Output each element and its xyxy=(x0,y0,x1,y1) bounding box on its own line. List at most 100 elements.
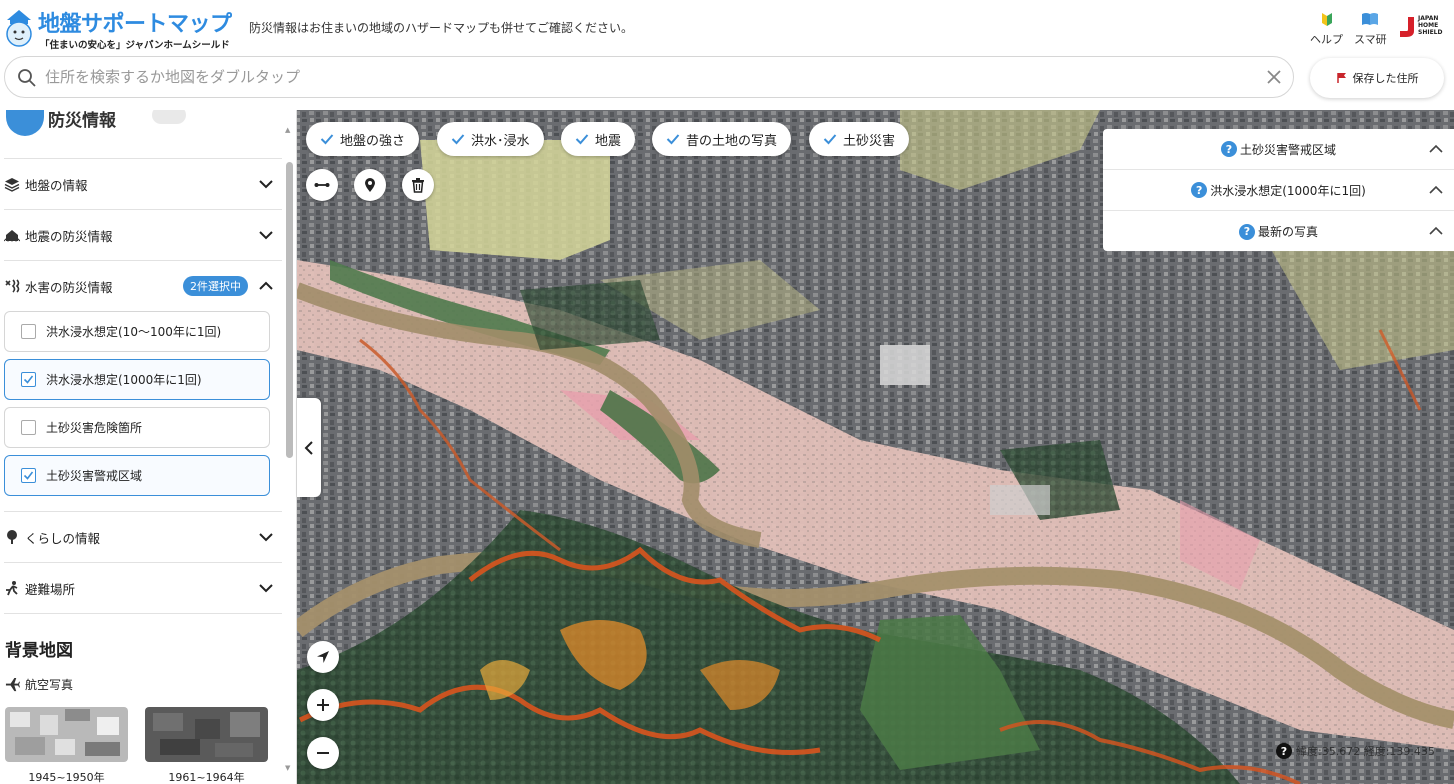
option-flood-10-100[interactable]: 洪水浸水想定(10〜100年に1回) xyxy=(4,311,270,352)
trash-icon xyxy=(412,178,424,193)
minus-icon xyxy=(317,752,329,754)
flag-icon xyxy=(1336,73,1346,83)
chip-earthquake[interactable]: 地震 xyxy=(561,122,636,156)
option-flood-1000[interactable]: 洪水浸水想定(1000年に1回) xyxy=(4,359,270,400)
help-icon[interactable]: ? xyxy=(1276,743,1292,759)
measure-tool-button[interactable] xyxy=(306,169,338,201)
check-icon xyxy=(23,375,34,384)
sumaken-link[interactable]: スマ研 xyxy=(1354,10,1387,47)
chevron-up-icon xyxy=(1429,226,1443,235)
app-title: 地盤サポートマップ xyxy=(38,12,232,37)
address-search-input[interactable] xyxy=(45,62,1245,92)
clear-icon[interactable] xyxy=(1265,68,1283,86)
chip-label: 洪水･浸水 xyxy=(471,133,530,149)
option-label: 洪水浸水想定(1000年に1回) xyxy=(46,373,202,387)
zoom-in-button[interactable] xyxy=(307,689,339,721)
checkbox[interactable] xyxy=(21,324,36,339)
delete-tool-button[interactable] xyxy=(402,169,434,201)
chip-landslide[interactable]: 土砂災害 xyxy=(809,122,910,156)
chip-flood[interactable]: 洪水･浸水 xyxy=(437,122,544,156)
layers-icon xyxy=(4,178,20,192)
scroll-up-arrow[interactable]: ▲ xyxy=(285,126,290,134)
legend-latest-photo[interactable]: ? 最新の写真 xyxy=(1103,211,1454,252)
airplane-icon xyxy=(5,677,20,692)
scroll-down-arrow[interactable]: ▼ xyxy=(285,764,290,772)
company-logo-text: JAPAN HOME SHIELD xyxy=(1418,15,1443,36)
legend-label: 土砂災害警戒区域 xyxy=(1239,142,1336,157)
legend-label: 洪水浸水想定(1000年に1回) xyxy=(1210,183,1366,198)
check-icon xyxy=(666,134,680,145)
sidebar-scroll[interactable]: 防災情報 地盤の情報 地震の防災情報 水害の防災情報 2件選択中 洪水浸水想定(… xyxy=(0,110,282,784)
chevron-down-icon xyxy=(259,584,273,593)
book-icon xyxy=(1362,13,1379,25)
category-ground-info[interactable]: 地盤の情報 xyxy=(4,159,282,209)
chevron-down-icon xyxy=(259,533,273,542)
aerial-thumb-1961[interactable] xyxy=(145,707,268,762)
app-root: 地盤サポートマップ 「住まいの安心を」ジャパンホームシールド 防災情報はお住まい… xyxy=(0,0,1454,784)
house-quake-icon xyxy=(4,230,20,242)
mascot-icon xyxy=(6,10,32,47)
search-bar[interactable] xyxy=(4,56,1294,98)
help-link[interactable]: ヘルプ xyxy=(1310,10,1343,47)
chip-old-photos[interactable]: 昔の土地の写真 xyxy=(652,122,792,156)
aerial-thumb-1945[interactable] xyxy=(5,707,128,762)
sidebar: 防災情報 地盤の情報 地震の防災情報 水害の防災情報 2件選択中 洪水浸水想定(… xyxy=(0,110,297,784)
chip-ground-strength[interactable]: 地盤の強さ xyxy=(306,122,420,156)
check-icon xyxy=(320,134,334,145)
collapse-sidebar-button[interactable] xyxy=(297,398,321,497)
flood-icon xyxy=(5,279,20,293)
aerial-thumb-label: 1961~1964年 xyxy=(168,771,245,784)
option-landslide-warning[interactable]: 土砂災害警戒区域 xyxy=(4,455,270,496)
option-label: 土砂災害危険箇所 xyxy=(46,421,143,435)
pin-icon xyxy=(365,178,375,192)
zoom-out-button[interactable] xyxy=(307,737,339,769)
beginner-leaf-icon xyxy=(1321,13,1332,26)
app-tagline: 「住まいの安心を」ジャパンホームシールド xyxy=(40,40,230,51)
category-label: 避難場所 xyxy=(25,581,76,597)
app-logo[interactable]: 地盤サポートマップ 「住まいの安心を」ジャパンホームシールド xyxy=(4,4,244,51)
category-label: 地盤の情報 xyxy=(25,177,88,193)
bousai-toggle[interactable] xyxy=(152,110,186,124)
saved-addresses-button[interactable]: 保存した住所 xyxy=(1310,58,1444,98)
chevron-up-icon xyxy=(1429,144,1443,153)
check-icon xyxy=(451,134,465,145)
app-header: 地盤サポートマップ 「住まいの安心を」ジャパンホームシールド 防災情報はお住まい… xyxy=(0,0,1454,110)
check-icon xyxy=(23,471,34,480)
sidebar-scrollbar-thumb[interactable] xyxy=(286,162,293,458)
help-icon[interactable]: ? xyxy=(1191,182,1208,198)
category-label: 地震の防災情報 xyxy=(25,228,113,244)
search-icon xyxy=(18,69,36,87)
category-evacuation[interactable]: 避難場所 xyxy=(4,563,282,613)
coordinate-text: 緯度:35.672 経度:139.435 xyxy=(1296,745,1435,758)
current-location-button[interactable] xyxy=(307,641,339,673)
checkbox[interactable] xyxy=(21,420,36,435)
category-label: くらしの情報 xyxy=(25,530,101,546)
legend-panel: ? 土砂災害警戒区域 ? 洪水浸水想定(1000年に1回) ? 最新の写真 xyxy=(1103,129,1454,251)
check-icon xyxy=(823,134,837,145)
checkbox-checked[interactable] xyxy=(21,468,36,483)
chip-label: 土砂災害 xyxy=(843,133,896,149)
checkbox-checked[interactable] xyxy=(21,372,36,387)
selected-count-badge: 2件選択中 xyxy=(183,276,248,296)
sumaken-label: スマ研 xyxy=(1354,33,1387,46)
category-earthquake-info[interactable]: 地震の防災情報 xyxy=(4,210,282,260)
aerial-thumb-image xyxy=(145,707,268,762)
option-landslide-danger[interactable]: 土砂災害危険箇所 xyxy=(4,407,270,448)
saved-addresses-label: 保存した住所 xyxy=(1352,72,1419,85)
option-label: 土砂災害警戒区域 xyxy=(46,469,143,483)
category-living-info[interactable]: くらしの情報 xyxy=(4,512,282,562)
background-map-title: 背景地図 xyxy=(5,641,73,661)
category-water-info[interactable]: 水害の防災情報 2件選択中 xyxy=(4,261,282,311)
bousai-section-title: 防災情報 xyxy=(48,111,116,131)
help-icon[interactable]: ? xyxy=(1220,141,1237,157)
pin-tool-button[interactable] xyxy=(354,169,386,201)
legend-flood-1000[interactable]: ? 洪水浸水想定(1000年に1回) xyxy=(1103,170,1454,211)
coordinate-readout: ? 緯度:35.672 経度:139.435 xyxy=(1276,743,1435,759)
chevron-up-icon xyxy=(259,281,273,290)
divider xyxy=(4,613,282,614)
evacuation-icon xyxy=(6,581,18,596)
legend-landslide-warning[interactable]: ? 土砂災害警戒区域 xyxy=(1103,129,1454,170)
help-icon[interactable]: ? xyxy=(1238,223,1255,240)
chip-label: 地盤の強さ xyxy=(340,133,406,149)
chevron-down-icon xyxy=(259,231,273,240)
